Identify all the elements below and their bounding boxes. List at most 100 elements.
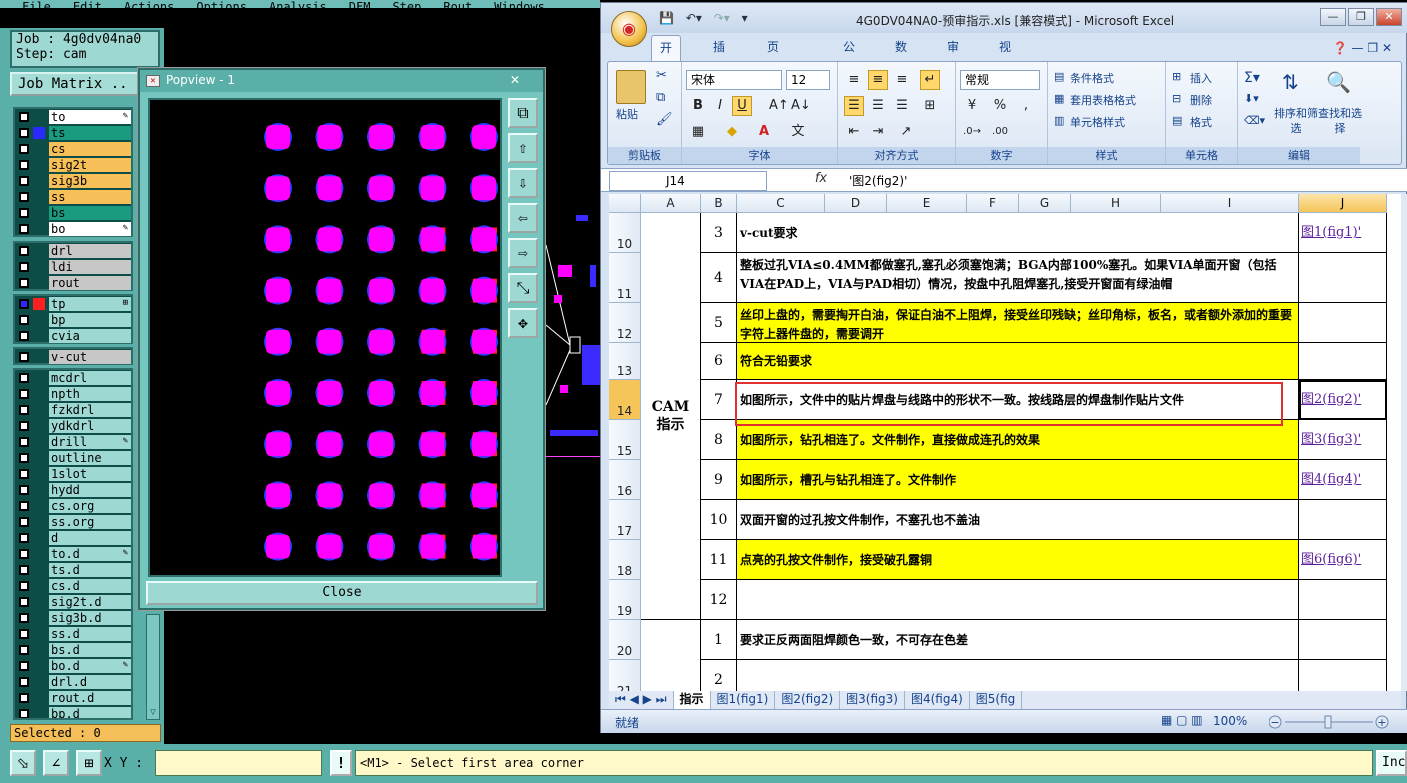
layer-name[interactable]: to — [49, 110, 131, 124]
item-number-cell[interactable]: 2 — [701, 660, 737, 691]
layer-row[interactable]: cs.d — [15, 578, 131, 594]
pan-up-icon[interactable]: ⇧ — [508, 133, 538, 163]
layer-name[interactable]: fzkdrl — [49, 403, 131, 417]
menu-item-actions[interactable]: Actions — [124, 0, 175, 8]
currency-icon[interactable]: ¥ — [962, 96, 982, 116]
layer-color-swatch[interactable] — [33, 372, 45, 384]
row-header[interactable]: 20 — [609, 620, 641, 660]
item-number-cell[interactable]: 10 — [701, 500, 737, 540]
layer-checkbox[interactable] — [19, 437, 29, 447]
item-number-cell[interactable]: 12 — [701, 580, 737, 620]
instruction-cell[interactable]: 如图所示，文件中的贴片焊盘与线路中的形状不一致。按线路层的焊盘制作贴片文件 — [737, 380, 1299, 420]
layer-name[interactable]: drl.d — [49, 675, 131, 689]
close-window-icon[interactable]: ✕ — [1376, 8, 1402, 26]
spreadsheet-grid[interactable]: A B C D E F G H I J 10 3 v-cut要求 图1(fig1)' 11 4 整板过孔VIA≤… — [609, 194, 1401, 691]
font-name-select[interactable]: 宋体 — [686, 70, 782, 90]
layer-row[interactable]: drl — [15, 243, 131, 259]
fill-icon[interactable]: ⬇▾ — [1244, 92, 1259, 105]
layer-row[interactable]: bo.d ✎ — [15, 658, 131, 674]
align-top-icon[interactable]: ≡ — [844, 70, 864, 90]
layer-checkbox[interactable] — [19, 485, 29, 495]
layer-checkbox[interactable] — [19, 208, 29, 218]
bold-icon[interactable]: B — [688, 96, 708, 116]
sheet-tab[interactable]: 指示 — [673, 691, 711, 709]
phonetic-icon[interactable]: 文 — [788, 122, 808, 142]
layer-color-swatch[interactable] — [33, 516, 45, 528]
column-header[interactable]: A — [641, 194, 701, 213]
align-left-icon[interactable]: ☰ — [844, 96, 864, 116]
layer-color-swatch[interactable] — [33, 452, 45, 464]
sort-filter-button[interactable]: 排序和筛选 — [1274, 106, 1318, 136]
layer-name[interactable]: ss.org — [49, 515, 131, 529]
layer-name[interactable]: sig3b — [49, 174, 131, 188]
layer-row[interactable]: outline — [15, 450, 131, 466]
column-header[interactable]: B — [701, 194, 737, 213]
layer-name[interactable]: bs — [49, 206, 131, 220]
layer-row[interactable]: sig3b.d — [15, 610, 131, 626]
layer-checkbox[interactable] — [19, 389, 29, 399]
decrease-indent-icon[interactable]: ⇤ — [844, 122, 864, 142]
item-number-cell[interactable]: 11 — [701, 540, 737, 580]
font-color-icon[interactable]: A — [754, 122, 774, 142]
layer-name[interactable]: sig2t.d — [49, 595, 131, 609]
instruction-cell[interactable]: 双面开窗的过孔按文件制作，不塞孔也不盖油 — [737, 500, 1299, 540]
layer-row[interactable]: sig3b — [15, 173, 131, 189]
layer-checkbox[interactable] — [19, 613, 29, 623]
shrink-font-icon[interactable]: A↓ — [790, 96, 811, 116]
layer-name[interactable]: npth — [49, 387, 131, 401]
layer-name[interactable]: v-cut — [49, 350, 131, 364]
layer-checkbox[interactable] — [19, 469, 29, 479]
layer-color-swatch[interactable] — [33, 245, 45, 257]
figure-link-cell[interactable]: 图4(fig4)' — [1299, 460, 1387, 500]
vertical-scrollbar[interactable] — [1401, 194, 1407, 691]
layer-row[interactable]: 1slot — [15, 466, 131, 482]
layer-name[interactable]: hydd — [49, 483, 131, 497]
layer-list-scrollbar[interactable]: ▽ — [146, 614, 160, 720]
layer-color-swatch[interactable] — [33, 580, 45, 592]
layer-checkbox[interactable] — [19, 677, 29, 687]
row-header[interactable]: 10 — [609, 213, 641, 253]
row-header[interactable]: 17 — [609, 500, 641, 540]
layer-name[interactable]: cs.org — [49, 499, 131, 513]
figure-link-cell[interactable] — [1299, 620, 1387, 660]
grow-font-icon[interactable]: A↑ — [768, 96, 789, 116]
instruction-cell[interactable]: 丝印上盘的，需要掏开白油，保证白油不上阻焊，接受丝印残缺；丝印角标，板名，或者额… — [737, 303, 1299, 343]
percent-icon[interactable]: % — [990, 96, 1010, 116]
instruction-cell[interactable]: 整板过孔VIA≤0.4MM都做塞孔,塞孔必须塞饱满；BGA内部100%塞孔。如果… — [737, 253, 1299, 303]
layer-color-swatch[interactable] — [33, 261, 45, 273]
clear-icon[interactable]: ⌫▾ — [1244, 114, 1265, 127]
layer-name[interactable]: rout.d — [49, 691, 131, 705]
menu-item-analysis[interactable]: Analysis — [269, 0, 327, 8]
row-header[interactable]: 21 — [609, 660, 641, 691]
menu-item-file[interactable]: File — [22, 0, 51, 8]
find-select-button[interactable]: 查找和选择 — [1318, 106, 1362, 136]
layer-name[interactable]: tp — [49, 297, 131, 311]
layer-row[interactable]: ldi — [15, 259, 131, 275]
menu-item-options[interactable]: Options — [196, 0, 247, 8]
minimize-icon[interactable]: — — [1320, 8, 1346, 26]
menu-item-edit[interactable]: Edit — [73, 0, 102, 8]
row-header[interactable]: 13 — [609, 343, 641, 380]
zoom-level[interactable]: 100% — [1213, 714, 1247, 728]
figure-link-cell[interactable]: 图1(fig1)' — [1299, 213, 1387, 253]
layer-checkbox[interactable] — [19, 597, 29, 607]
row-header[interactable]: 19 — [609, 580, 641, 620]
layer-row[interactable]: drill ✎ — [15, 434, 131, 450]
layer-checkbox[interactable] — [19, 629, 29, 639]
layer-name[interactable]: to.d — [49, 547, 131, 561]
layer-color-swatch[interactable] — [33, 436, 45, 448]
layer-checkbox[interactable] — [19, 192, 29, 202]
sheet-tab[interactable]: 图4(fig4) — [905, 691, 970, 709]
tab-page-layout[interactable]: 页面布局 — [759, 35, 787, 126]
orientation-icon[interactable]: ↗ — [896, 122, 916, 142]
figure-link-cell[interactable]: 图3(fig3)' — [1299, 420, 1387, 460]
figure-link-cell[interactable] — [1299, 343, 1387, 380]
layer-row[interactable]: ydkdrl — [15, 418, 131, 434]
layer-row[interactable]: to.d ✎ — [15, 546, 131, 562]
item-number-cell[interactable]: 5 — [701, 303, 737, 343]
insert-button[interactable]: 插入 — [1190, 70, 1212, 86]
merged-a-cell[interactable] — [641, 620, 701, 691]
layer-row[interactable]: ts.d — [15, 562, 131, 578]
underline-icon[interactable]: U — [732, 96, 752, 116]
layer-row[interactable]: cs.org — [15, 498, 131, 514]
